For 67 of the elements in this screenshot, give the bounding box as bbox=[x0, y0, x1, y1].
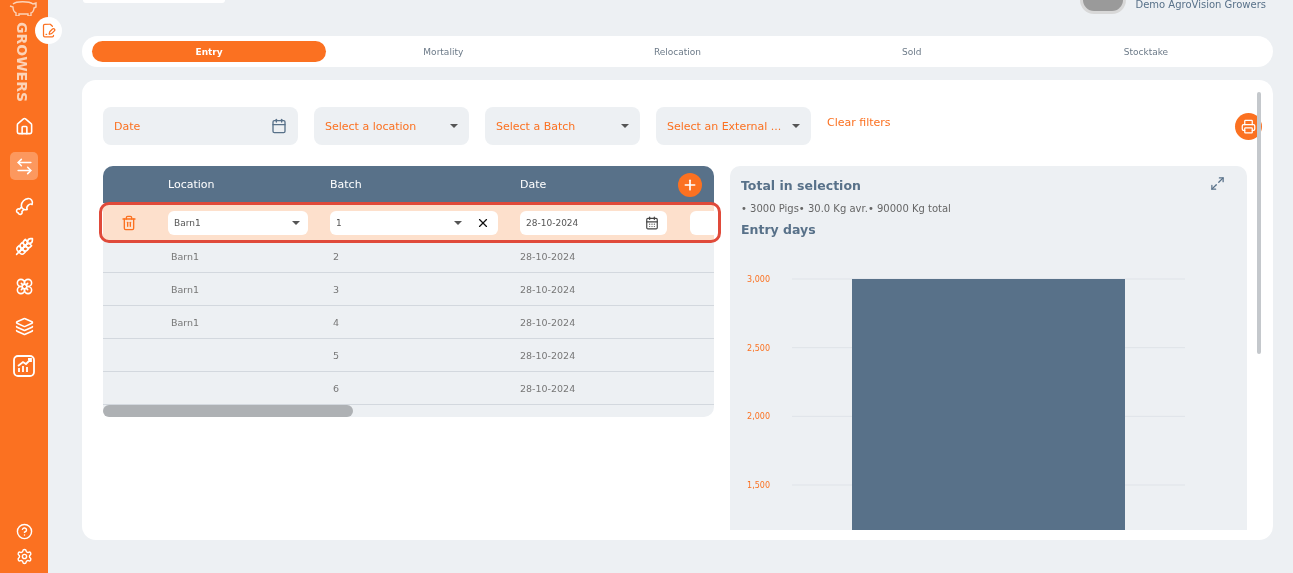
arrows-icon bbox=[14, 156, 34, 176]
location-select[interactable]: Barn1 bbox=[168, 210, 308, 235]
scrollbar-thumb[interactable] bbox=[103, 405, 353, 417]
summary-stats: • 3000 Pigs• 30.0 Kg avr.• 90000 Kg total bbox=[741, 203, 952, 214]
select-field[interactable]: Select a location bbox=[314, 107, 469, 145]
caret-icon bbox=[292, 220, 300, 225]
date-field[interactable]: Date bbox=[103, 107, 298, 145]
brand-name: GROWERS bbox=[13, 22, 31, 103]
wheat-icon bbox=[14, 236, 34, 256]
expand-button[interactable] bbox=[1210, 176, 1225, 191]
settings-icon[interactable] bbox=[15, 548, 33, 565]
table-cell-text: 5 bbox=[333, 349, 341, 361]
table-cell-text: 28-10-2024 bbox=[520, 283, 577, 295]
chart-icon bbox=[13, 355, 35, 378]
layers-icon bbox=[14, 316, 34, 336]
table-cell-text: 28-10-2024 bbox=[520, 316, 577, 328]
calendar-icon bbox=[645, 215, 659, 230]
pig-icon bbox=[9, 0, 39, 16]
axis-label: 3,000 bbox=[747, 275, 770, 284]
caret-icon bbox=[454, 220, 462, 225]
column-header: Date bbox=[520, 178, 548, 191]
note-icon bbox=[41, 23, 56, 38]
input-field[interactable] bbox=[690, 210, 714, 235]
drumstick-icon bbox=[14, 196, 34, 216]
table-cell-text: 28-10-2024 bbox=[520, 349, 577, 361]
table-cell-text: 28-10-2024 bbox=[520, 250, 577, 262]
summary-title: Total in selection bbox=[741, 178, 861, 193]
date-field[interactable]: 28-10-2024 bbox=[520, 210, 667, 235]
axis-label: 1,500 bbox=[747, 481, 770, 490]
select-field[interactable]: Select a Batch bbox=[485, 107, 640, 145]
printer-icon bbox=[1241, 118, 1256, 134]
table-cell-text: 6 bbox=[333, 382, 341, 394]
flower-icon bbox=[14, 276, 34, 296]
column-header: Location bbox=[168, 178, 216, 191]
tab[interactable]: Sold bbox=[794, 41, 1029, 62]
caret-icon bbox=[621, 124, 629, 128]
table-cell-text: Barn1 bbox=[171, 250, 201, 262]
nav-button[interactable] bbox=[10, 152, 38, 181]
avatar[interactable] bbox=[1080, 0, 1127, 14]
clear-filters-link[interactable]: Clear filters bbox=[827, 115, 891, 129]
chart-title: Entry days bbox=[741, 222, 817, 237]
batch-select[interactable]: 1 bbox=[330, 210, 498, 235]
table-cell-text: 3 bbox=[333, 283, 341, 295]
help-icon[interactable] bbox=[15, 523, 33, 540]
table-cell-text: 4 bbox=[333, 316, 341, 328]
delete-icon[interactable] bbox=[120, 214, 137, 231]
axis-label: 2,000 bbox=[747, 412, 770, 422]
select-field[interactable]: Select an External ... bbox=[656, 107, 811, 145]
add-button[interactable] bbox=[678, 172, 702, 197]
column-header: Batch bbox=[330, 178, 363, 191]
caret-icon bbox=[450, 124, 458, 128]
table-cell-text: 28-10-2024 bbox=[520, 382, 577, 394]
table-cell-text: Barn1 bbox=[171, 283, 201, 295]
caret-icon bbox=[792, 124, 800, 128]
note-button[interactable] bbox=[35, 17, 62, 44]
tab[interactable]: Relocation bbox=[560, 41, 795, 62]
scrollbar[interactable] bbox=[1257, 92, 1261, 354]
tab[interactable]: Entry bbox=[92, 41, 327, 62]
tab[interactable]: Mortality bbox=[326, 41, 561, 62]
table-cell-text: 2 bbox=[333, 250, 341, 262]
user-name: Demo AgroVision Growers bbox=[1135, 0, 1266, 10]
tab[interactable]: Stocktake bbox=[1028, 41, 1263, 62]
table-cell-text: Barn1 bbox=[171, 316, 201, 328]
home-icon bbox=[14, 116, 34, 136]
axis-label: 2,500 bbox=[747, 343, 770, 353]
expand-icon bbox=[1210, 176, 1225, 191]
calendar-icon bbox=[271, 118, 287, 134]
